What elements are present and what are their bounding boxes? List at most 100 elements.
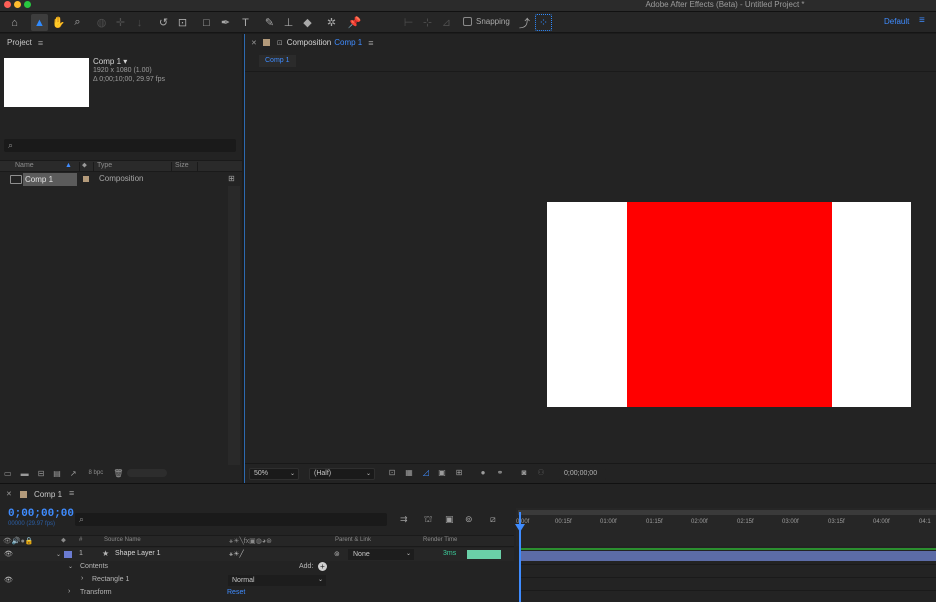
chevron-right-icon[interactable]: › (68, 588, 70, 595)
pen-tool-icon[interactable]: ✒ (217, 14, 234, 31)
snapshot-camera-icon[interactable]: ◙ (519, 468, 529, 478)
orbit-camera-icon[interactable]: ◍ (93, 14, 110, 31)
parent-select[interactable]: None ⌄ (348, 549, 414, 560)
chevron-right-icon[interactable]: › (81, 575, 83, 582)
eraser-tool-icon[interactable]: ◆ (299, 14, 316, 31)
comp-canvas[interactable] (547, 202, 911, 407)
column-type[interactable]: Type (97, 162, 112, 169)
composition-tab-label[interactable]: Composition (287, 38, 331, 47)
layer-duration-bar[interactable] (521, 551, 936, 561)
snap-grid-icon[interactable]: ⁘ (535, 14, 552, 31)
composition-tab-comp[interactable]: Comp 1 (334, 38, 362, 47)
fast-preview-icon[interactable]: ⊡ (387, 468, 397, 478)
close-window-button[interactable] (4, 1, 11, 8)
reset-link[interactable]: Reset (227, 589, 245, 596)
transform-row[interactable]: › Transform Reset (0, 587, 514, 600)
local-axis-icon[interactable]: ⊢ (400, 14, 417, 31)
lock-icon[interactable]: ⊡ (277, 39, 283, 47)
column-name[interactable]: Name (15, 162, 34, 169)
bpc-label[interactable]: 8 bpc (89, 470, 104, 476)
dolly-camera-icon[interactable]: ↓ (131, 14, 148, 31)
column-render-time[interactable]: Render Time (423, 537, 457, 543)
close-tab-icon[interactable]: ✕ (251, 39, 257, 47)
column-size[interactable]: Size (175, 162, 189, 169)
pan-behind-tool-icon[interactable]: ⊡ (174, 14, 191, 31)
clone-stamp-icon[interactable]: ⊥ (280, 14, 297, 31)
panel-menu-icon[interactable]: ≡ (368, 38, 373, 48)
rotate-tool-icon[interactable]: ↺ (155, 14, 172, 31)
project-item-name[interactable]: Comp 1 (23, 173, 77, 186)
layer-row[interactable]: 👁 ⌄ 1 ★ Shape Layer 1 ⚹☀╱ ⊚ None ⌄ 3ms (0, 548, 514, 561)
eye-icon[interactable]: 👁 (4, 550, 13, 558)
timeline-tab-label[interactable]: Comp 1 (34, 490, 62, 499)
selection-tool-icon[interactable]: ▲ (31, 14, 48, 31)
flowchart-icon[interactable]: ⊞ (228, 174, 235, 183)
label-color-swatch[interactable] (20, 491, 27, 498)
view-axis-icon[interactable]: ⊿ (438, 14, 455, 31)
label-color-swatch[interactable] (262, 39, 270, 46)
shape-layer-switches-icon[interactable]: ⚹☀╱ (229, 550, 244, 559)
current-time-display[interactable]: 0;00;00;00 (8, 508, 74, 520)
channel-icon[interactable]: ● (478, 468, 488, 478)
graph-editor-icon[interactable]: ⧄ (490, 514, 496, 525)
pan-camera-icon[interactable]: ✛ (112, 14, 129, 31)
label-tag-icon[interactable]: ⬥ (61, 537, 66, 545)
snapping-checkbox[interactable] (463, 17, 472, 26)
label-color-swatch[interactable] (83, 176, 89, 182)
add-icon[interactable]: + (318, 562, 327, 571)
blend-mode-select[interactable]: Normal ⌄ (228, 575, 326, 586)
project-settings-icon[interactable]: ▤ (53, 469, 61, 478)
project-search-input[interactable]: ⌕ (4, 139, 236, 152)
world-axis-icon[interactable]: ⊹ (419, 14, 436, 31)
resolution-select[interactable]: (Half) ⌄ (309, 468, 375, 480)
home-icon[interactable]: ⌂ (6, 14, 23, 31)
sort-ascending-icon[interactable]: ▲ (65, 162, 72, 169)
column-parent[interactable]: Parent & Link (335, 537, 371, 543)
workspace-label[interactable]: Default (884, 17, 909, 26)
region-of-interest-icon[interactable]: ▣ (437, 468, 447, 478)
draft-3d-icon[interactable]: ⛫ (424, 514, 432, 526)
panel-menu-icon[interactable]: ≡ (38, 38, 43, 48)
rectangle-tool-icon[interactable]: □ (198, 14, 215, 31)
work-area-bar[interactable] (518, 510, 936, 515)
thumbnail-size-slider[interactable] (127, 469, 168, 477)
roto-brush-icon[interactable]: ✲ (323, 14, 340, 31)
time-ruler[interactable]: 0:00f 00:15f 01:00f 01:15f 02:00f 02:15f… (516, 508, 936, 546)
contents-row[interactable]: ⌄ Contents Add: + (0, 561, 514, 574)
trash-icon[interactable]: 🗑 (113, 469, 123, 478)
composition-viewer[interactable] (245, 72, 936, 462)
interpret-footage-icon[interactable]: ▭ (4, 469, 12, 478)
exposure-reset-icon[interactable]: ⚭ (495, 468, 505, 478)
layer-name[interactable]: Shape Layer 1 (115, 550, 161, 557)
type-tool-icon[interactable]: T (237, 14, 254, 31)
comp-info-name[interactable]: Comp 1 ▾ (93, 57, 165, 66)
comp-timecode[interactable]: 0;00;00;00 (559, 468, 607, 480)
eye-icon[interactable]: 👁 (4, 576, 13, 584)
mask-visibility-icon[interactable]: ◿ (421, 468, 431, 478)
zoom-select[interactable]: 50% ⌄ (249, 468, 299, 480)
workspace-menu-icon[interactable]: ≡ (919, 15, 925, 26)
project-item-row[interactable]: Comp 1 Composition ⊞ (0, 173, 242, 187)
zoom-window-button[interactable] (24, 1, 31, 8)
comp-mini-flowchart-icon[interactable]: ⇉ (400, 514, 408, 525)
puppet-pin-icon[interactable]: 📌 (346, 14, 363, 31)
frame-blending-icon[interactable]: ⊚ (465, 514, 473, 525)
red-rectangle-shape[interactable] (627, 202, 832, 407)
new-comp-icon[interactable]: ⊟ (38, 469, 45, 478)
av-switches-icon[interactable]: 👁🔊●🔒 (3, 537, 34, 545)
chevron-down-icon[interactable]: ⌄ (56, 551, 61, 558)
label-tag-icon[interactable]: ⬥ (82, 162, 87, 170)
pick-whip-icon[interactable]: ⊚ (334, 550, 340, 558)
chevron-down-icon[interactable]: ⌄ (68, 563, 73, 570)
layer-label-color[interactable] (64, 551, 72, 558)
transparency-grid-icon[interactable]: ▦ (404, 468, 414, 478)
brush-tool-icon[interactable]: ✎ (261, 14, 278, 31)
timeline-search-input[interactable]: ⌕ (75, 513, 387, 526)
grid-guides-icon[interactable]: ⊞ (454, 468, 464, 478)
minimize-window-button[interactable] (14, 1, 21, 8)
hand-tool-icon[interactable]: ✋ (50, 14, 67, 31)
find-icon[interactable]: ↗ (70, 469, 77, 478)
shy-layers-icon[interactable]: ▣ (445, 514, 454, 525)
layer-switches-icon[interactable]: ⚹☀╲fx▣◍◕⊛ (229, 537, 272, 546)
close-tab-icon[interactable]: ✕ (6, 490, 12, 498)
